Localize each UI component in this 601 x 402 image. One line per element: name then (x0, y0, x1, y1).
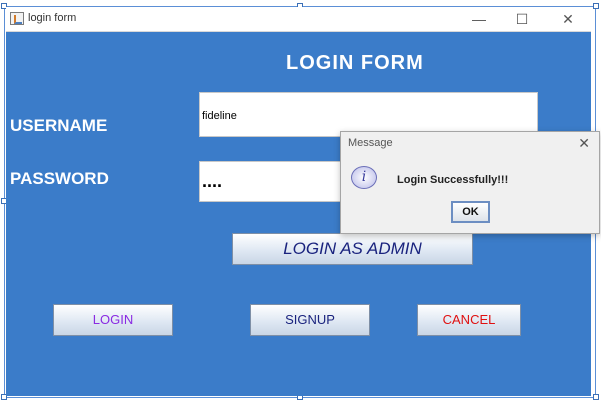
dialog-close-icon[interactable]: ✕ (578, 135, 590, 152)
resize-handle-top-right[interactable] (593, 3, 599, 9)
window-titlebar[interactable]: login form — ☐ ✕ (6, 7, 591, 32)
resize-handle-bottom-right[interactable] (593, 394, 599, 400)
login-as-admin-button[interactable]: LOGIN AS ADMIN (232, 233, 473, 265)
message-dialog: Message ✕ i Login Successfully!!! OK (340, 131, 600, 234)
window-title: login form (28, 12, 77, 24)
username-label: USERNAME (10, 116, 108, 135)
signup-button[interactable]: SIGNUP (250, 304, 370, 336)
cancel-button[interactable]: CANCEL (417, 304, 521, 336)
close-button[interactable]: ✕ (555, 10, 581, 28)
maximize-button[interactable]: ☐ (509, 10, 535, 28)
login-button[interactable]: LOGIN (53, 304, 173, 336)
minimize-button[interactable]: — (466, 10, 492, 28)
password-label: PASSWORD (10, 169, 109, 188)
username-value: fideline (202, 110, 237, 122)
password-value: .... (202, 171, 223, 191)
info-icon: i (351, 166, 377, 189)
dialog-message: Login Successfully!!! (397, 174, 509, 186)
ok-button[interactable]: OK (451, 201, 490, 223)
form-title: LOGIN FORM (286, 52, 424, 74)
app-java-icon (10, 12, 24, 25)
dialog-title: Message (348, 137, 393, 149)
